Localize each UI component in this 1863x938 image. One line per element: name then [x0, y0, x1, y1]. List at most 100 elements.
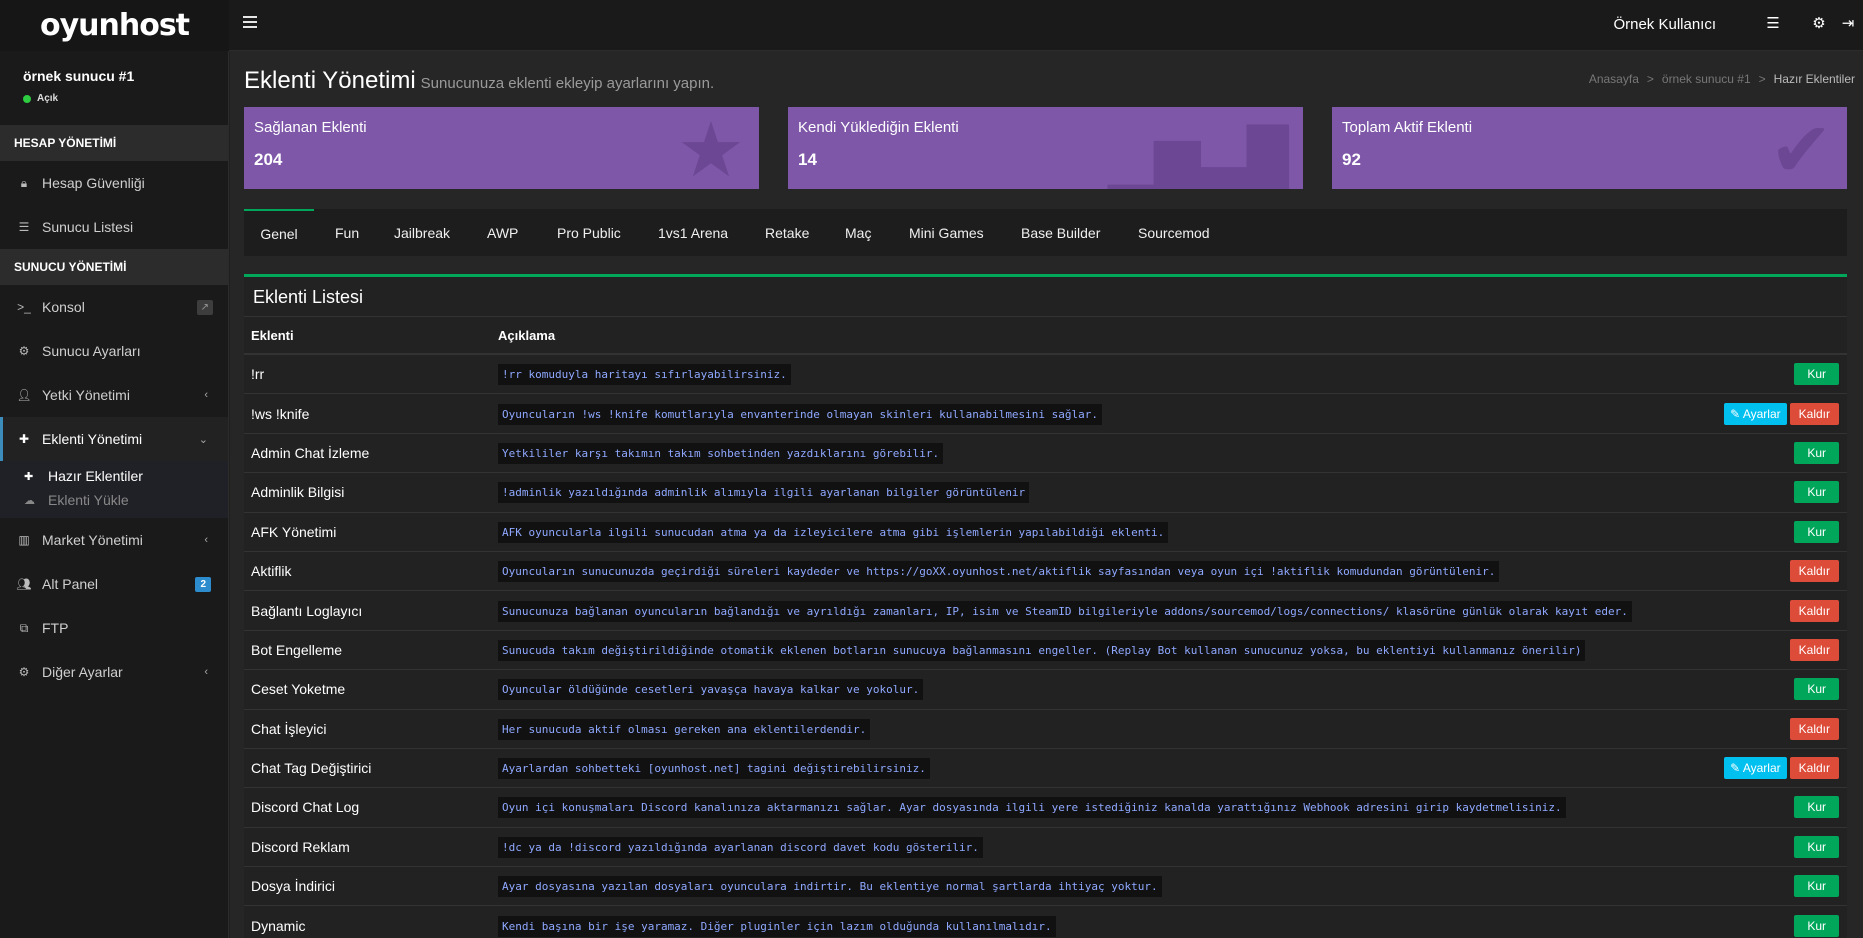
row-actions: Kur: [1794, 796, 1839, 819]
sidebar-item-label: Hesap Güvenliği: [42, 175, 145, 191]
tab-fun[interactable]: Fun: [335, 209, 359, 256]
panel-title: Eklenti Listesi: [244, 277, 1847, 317]
lock-icon: 🔒︎: [20, 175, 28, 190]
chevron-left-icon: ‹: [204, 389, 208, 401]
page-subtitle: Sunucunuza eklenti ekleyip ayarlarını ya…: [420, 75, 715, 92]
plugin-settings-button[interactable]: ✎ Ayarlar: [1724, 402, 1787, 425]
breadcrumb-home[interactable]: Anasayfa: [1589, 72, 1639, 86]
table-row: Discord Reklam !dc ya da !discord yazıldı…: [244, 828, 1847, 868]
remove-button[interactable]: Kaldır: [1789, 717, 1839, 740]
settings-icon[interactable]: ⚙: [1810, 14, 1828, 32]
sidebar-item-ftp[interactable]: ⧉ FTP: [0, 606, 228, 650]
sidebar-item-label: Market Yönetimi: [42, 532, 143, 548]
install-button[interactable]: Kur: [1794, 914, 1839, 937]
plugin-description: !dc ya da !discord yazıldığında ayarlana…: [498, 836, 983, 858]
stat-value: 204: [254, 150, 283, 169]
bar-chart-icon: ▁▆▃█: [1108, 125, 1289, 189]
sidebar-subitem-upload-plugin[interactable]: ☁ Eklenti Yükle: [24, 488, 228, 512]
menu-toggle-icon[interactable]: [243, 16, 257, 28]
tab-awp[interactable]: AWP: [487, 209, 518, 256]
external-link-icon[interactable]: ↗: [196, 299, 213, 315]
sidebar-item-permissions[interactable]: 👤︎ Yetki Yönetimi ‹: [0, 373, 228, 417]
remove-button[interactable]: Kaldır: [1789, 757, 1839, 780]
table-body: !rr !rr komuduyla haritayı sıfırlayabilir…: [244, 355, 1847, 938]
sidebar-item-sub-panel[interactable]: 👥︎ Alt Panel 2: [0, 562, 228, 606]
remove-button[interactable]: Kaldır: [1789, 402, 1839, 425]
tab-base-builder[interactable]: Base Builder: [1021, 209, 1100, 256]
logo[interactable]: oyunhost: [0, 0, 229, 51]
table-row: Dynamic Kendi başına bir işe yaramaz. Diğ…: [244, 906, 1847, 938]
plugin-name: Dosya İndirici: [251, 878, 336, 895]
install-button[interactable]: Kur: [1794, 875, 1839, 898]
chevron-left-icon: ‹: [204, 666, 208, 678]
install-button[interactable]: Kur: [1794, 481, 1839, 504]
row-actions: ✎ Ayarlar Kaldır: [1724, 402, 1839, 425]
install-button[interactable]: Kur: [1794, 363, 1839, 386]
stat-value: 92: [1342, 150, 1361, 169]
sidebar-item-other-settings[interactable]: ⚙ Diğer Ayarlar ‹: [0, 650, 228, 694]
server-list-icon: ☰: [18, 220, 30, 234]
table-row: Bağlantı Loglayıcı Sunucunuza bağlanan oy…: [244, 591, 1847, 631]
breadcrumb-separator: >: [1758, 72, 1766, 86]
install-button[interactable]: Kur: [1794, 441, 1839, 464]
copy-icon: ⧉: [19, 620, 29, 635]
settings-label: Ayarlar: [1742, 761, 1781, 776]
install-button[interactable]: Kur: [1794, 678, 1839, 701]
users-icon: 👥︎: [16, 577, 32, 591]
sidebar-subitem-label: Hazır Eklentiler: [48, 468, 143, 484]
chevron-left-icon: ‹: [204, 534, 208, 546]
install-button[interactable]: Kur: [1794, 796, 1839, 819]
puzzle-icon: ✚: [18, 432, 30, 446]
tab-retake[interactable]: Retake: [765, 209, 809, 256]
plugin-settings-button[interactable]: ✎ Ayarlar: [1724, 757, 1787, 780]
sidebar-item-account-security[interactable]: 🔒︎ Hesap Güvenliği: [0, 161, 228, 205]
remove-button[interactable]: Kaldır: [1789, 599, 1839, 622]
table-row: Chat İşleyici Her sunucuda aktif olması g…: [244, 710, 1847, 749]
plugin-name: !rr: [251, 366, 265, 383]
category-tabs: Genel Fun Jailbreak AWP Pro Public 1vs1 …: [244, 209, 1847, 256]
plugin-name: AFK Yönetimi: [251, 523, 337, 540]
sidebar-item-server-list[interactable]: ☰ Sunucu Listesi: [0, 205, 228, 249]
plugin-name: Chat İşleyici: [251, 720, 327, 737]
plugin-description: Ayarlardan sohbetteki [oyunhost.net] tag…: [498, 758, 930, 780]
server-list-icon[interactable]: ☰: [1764, 14, 1782, 32]
plugin-name: Bot Engelleme: [251, 641, 343, 658]
user-menu[interactable]: Örnek Kullanıcı: [1613, 16, 1716, 33]
sidebar-item-market[interactable]: ▥ Market Yönetimi ‹: [0, 518, 228, 562]
tab-mac[interactable]: Maç: [845, 209, 871, 256]
tab-mini-games[interactable]: Mini Games: [909, 209, 984, 256]
sidebar-item-server-settings[interactable]: ⚙ Sunucu Ayarları: [0, 329, 228, 373]
sidebar-item-plugins[interactable]: ✚ Eklenti Yönetimi ⌄: [0, 417, 228, 461]
remove-button[interactable]: Kaldır: [1789, 638, 1839, 661]
breadcrumb-server[interactable]: örnek sunucu #1: [1662, 72, 1751, 86]
install-button[interactable]: Kur: [1794, 835, 1839, 858]
plugin-name: Discord Reklam: [251, 838, 350, 855]
tab-sourcemod[interactable]: Sourcemod: [1138, 209, 1210, 256]
top-navbar: oyunhost Örnek Kullanıcı ☰ ⚙ ⇥: [0, 0, 1863, 51]
plugin-description: Her sunucuda aktif olması gereken ana ek…: [498, 718, 871, 740]
tab-genel[interactable]: Genel: [244, 209, 314, 256]
row-actions: Kaldır: [1789, 638, 1839, 661]
row-actions: Kaldır: [1789, 560, 1839, 583]
row-actions: ✎ Ayarlar Kaldır: [1724, 757, 1839, 780]
table-header: Eklenti Açıklama: [244, 317, 1847, 355]
plugin-description: Sunucunuza bağlanan oyuncuların bağlandı…: [498, 600, 1632, 622]
column-header-plugin: Eklenti: [251, 327, 294, 343]
tab-jailbreak[interactable]: Jailbreak: [394, 209, 450, 256]
plugin-description: Sunucuda takım değiştirildiğinde otomati…: [498, 639, 1586, 661]
server-name: örnek sunucu #1: [23, 68, 135, 84]
row-actions: Kaldır: [1789, 599, 1839, 622]
tab-pro-public[interactable]: Pro Public: [557, 209, 621, 256]
plugin-description: Oyuncuların sunucunuzda geçirdiği sürele…: [498, 561, 1500, 583]
sidebar-subitem-ready-plugins[interactable]: ✚ Hazır Eklentiler: [24, 464, 228, 488]
logout-icon[interactable]: ⇥: [1839, 14, 1857, 32]
sidebar-item-console[interactable]: >_ Konsol ↗: [0, 285, 228, 329]
chevron-down-icon: ⌄: [198, 433, 208, 446]
stat-uploaded-plugins: Kendi Yüklediğin Eklenti 14 ▁▆▃█: [788, 107, 1303, 189]
plugin-name: Admin Chat İzleme: [251, 444, 370, 461]
install-button[interactable]: Kur: [1794, 520, 1839, 543]
remove-button[interactable]: Kaldır: [1789, 560, 1839, 583]
plugin-description: Yetkililer karşı takımın takım sohbetind…: [498, 442, 944, 464]
tab-1vs1-arena[interactable]: 1vs1 Arena: [658, 209, 728, 256]
stats-row: Sağlanan Eklenti 204 ★ Kendi Yüklediğin …: [244, 107, 1847, 189]
